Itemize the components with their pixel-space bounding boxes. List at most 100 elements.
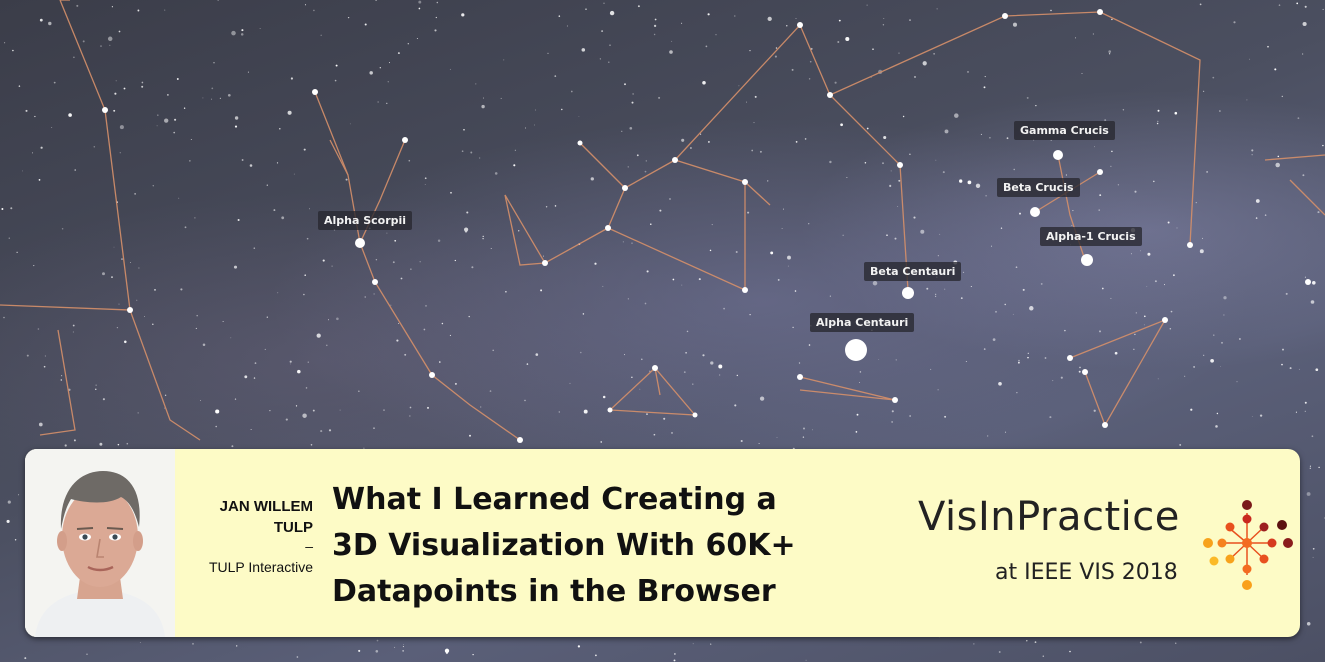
star bbox=[558, 15, 561, 17]
star bbox=[394, 646, 396, 648]
star bbox=[1114, 351, 1118, 355]
star bbox=[1215, 425, 1218, 428]
star bbox=[602, 285, 604, 287]
star bbox=[196, 314, 198, 317]
star bbox=[320, 430, 323, 433]
star bbox=[653, 433, 656, 436]
star bbox=[408, 159, 411, 162]
star bbox=[1176, 227, 1178, 229]
star bbox=[279, 127, 281, 130]
star bbox=[882, 162, 884, 165]
bright-star bbox=[902, 287, 914, 299]
star bbox=[167, 94, 169, 96]
star bbox=[312, 409, 315, 412]
star bbox=[345, 178, 348, 181]
star bbox=[700, 133, 702, 135]
star bbox=[753, 122, 755, 124]
star-label-beta-centauri: Beta Centauri bbox=[864, 262, 962, 281]
bright-stars bbox=[102, 9, 1311, 443]
star bbox=[409, 415, 411, 417]
star bbox=[569, 382, 571, 384]
star bbox=[397, 52, 400, 55]
star bbox=[178, 197, 180, 199]
star bbox=[631, 101, 634, 104]
star bbox=[1210, 358, 1214, 363]
star bbox=[514, 149, 516, 151]
star bbox=[1213, 334, 1215, 336]
star bbox=[141, 85, 144, 88]
star bbox=[692, 383, 694, 385]
talk-title: What I Learned Creating a 3D Visualizati… bbox=[332, 477, 852, 615]
star bbox=[439, 361, 441, 363]
star bbox=[173, 131, 176, 134]
star bbox=[922, 61, 927, 66]
star bbox=[653, 24, 657, 28]
star bbox=[503, 59, 505, 61]
star bbox=[240, 33, 244, 36]
visinpractice-logo: VisInPractice at IEEE VIS 2018 bbox=[918, 494, 1298, 604]
star bbox=[1304, 276, 1306, 278]
star bbox=[475, 83, 477, 85]
talk-banner: JAN WILLEM TULP – TULP Interactive What … bbox=[25, 449, 1300, 637]
star bbox=[1212, 76, 1215, 79]
star bbox=[960, 297, 963, 299]
star bbox=[944, 288, 946, 290]
star bbox=[461, 150, 464, 153]
star bbox=[1071, 225, 1073, 227]
star bbox=[107, 36, 113, 42]
star bbox=[653, 33, 656, 36]
star bbox=[624, 354, 626, 356]
star bbox=[114, 92, 117, 95]
star bbox=[1278, 4, 1281, 6]
star bbox=[1289, 367, 1292, 370]
star bbox=[1019, 212, 1021, 215]
star bbox=[123, 87, 126, 90]
star bbox=[983, 348, 986, 350]
star bbox=[686, 330, 689, 333]
star bbox=[1298, 368, 1300, 370]
star bbox=[681, 138, 685, 142]
star bbox=[654, 18, 657, 21]
star bbox=[1233, 21, 1236, 24]
star bbox=[480, 406, 482, 408]
star bbox=[483, 97, 485, 99]
star bbox=[535, 353, 539, 356]
star bbox=[184, 226, 187, 229]
star bbox=[692, 643, 694, 645]
star bbox=[792, 326, 794, 329]
star bbox=[859, 382, 861, 384]
star bbox=[734, 404, 737, 407]
star bbox=[1012, 22, 1018, 27]
star bbox=[375, 258, 378, 261]
bright-star bbox=[845, 339, 867, 361]
bright-star bbox=[355, 238, 365, 248]
star bbox=[472, 653, 474, 656]
star bbox=[989, 137, 991, 139]
star bbox=[609, 44, 611, 47]
star bbox=[266, 316, 268, 318]
star bbox=[113, 246, 115, 248]
star bbox=[608, 61, 610, 64]
star bbox=[702, 354, 705, 357]
bright-star bbox=[1162, 317, 1168, 323]
star bbox=[798, 362, 801, 364]
star bbox=[76, 4, 79, 7]
star bbox=[418, 0, 422, 4]
star bbox=[1219, 110, 1221, 112]
star-label-gamma-crucis: Gamma Crucis bbox=[1014, 121, 1115, 140]
star bbox=[1285, 292, 1288, 295]
star bbox=[855, 431, 858, 433]
star bbox=[234, 116, 239, 120]
star-label-alpha-1-crucis: Alpha-1 Crucis bbox=[1040, 227, 1142, 246]
star bbox=[116, 326, 119, 329]
star bbox=[534, 109, 537, 111]
star bbox=[303, 148, 306, 151]
star bbox=[795, 18, 797, 19]
star bbox=[14, 539, 17, 541]
star bbox=[390, 304, 392, 306]
star bbox=[1111, 150, 1113, 153]
star bbox=[310, 444, 313, 446]
star bbox=[33, 265, 35, 267]
bright-star bbox=[897, 162, 903, 168]
star bbox=[217, 0, 219, 2]
